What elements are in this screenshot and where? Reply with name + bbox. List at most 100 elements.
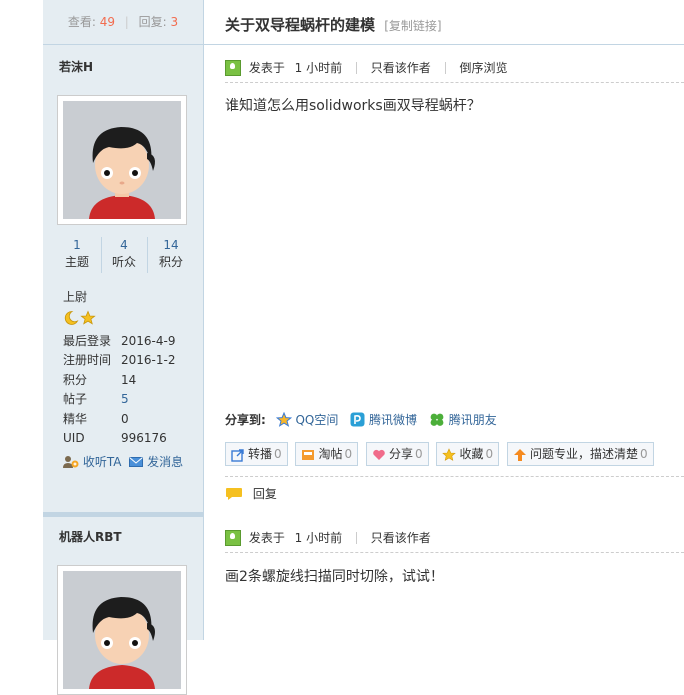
avatar[interactable] bbox=[57, 95, 187, 225]
clover-icon bbox=[430, 413, 444, 426]
author-name[interactable]: 若沫H bbox=[59, 58, 93, 75]
stat-topics-label: 主题 bbox=[64, 255, 89, 269]
taotie-label: 淘帖 bbox=[318, 447, 343, 461]
only-author-link[interactable]: 只看该作者 bbox=[371, 58, 431, 78]
info-value: 2016-1-2 bbox=[121, 353, 176, 368]
chat-bubble-icon bbox=[226, 487, 242, 500]
author-name[interactable]: 机器人RBT bbox=[59, 528, 122, 545]
repost-button[interactable]: 转播 0 bbox=[225, 442, 288, 466]
taotie-button[interactable]: 淘帖 0 bbox=[295, 442, 359, 466]
follow-icon bbox=[63, 455, 79, 468]
favorite-count: 0 bbox=[485, 447, 494, 461]
info-row: UID 996176 bbox=[63, 429, 175, 448]
stat-topics[interactable]: 1 主题 bbox=[55, 237, 99, 271]
info-value-link[interactable]: 5 bbox=[121, 392, 129, 406]
thread-title: 关于双导程蜗杆的建模 [复制链接] bbox=[225, 14, 442, 35]
info-row: 精华 0 bbox=[63, 410, 175, 429]
share-weibo-link[interactable]: 腾讯微博 bbox=[369, 411, 417, 428]
post-body: 画2条螺旋线扫描同时切除，试试！ bbox=[225, 569, 444, 585]
thread-title-text: 关于双导程蜗杆的建模 bbox=[225, 16, 376, 34]
favorite-label: 收藏 bbox=[459, 447, 484, 461]
stats-divider: | bbox=[124, 15, 129, 29]
qzone-icon bbox=[275, 411, 292, 427]
vote-up-button[interactable]: 问题专业，描述清楚 0 bbox=[506, 442, 654, 466]
post-time: 1 小时前 bbox=[294, 60, 343, 75]
stat-points-label: 积分 bbox=[158, 255, 183, 269]
views-count: 49 bbox=[99, 15, 115, 29]
info-row: 积分 14 bbox=[63, 371, 175, 390]
post-content-area: 关于双导程蜗杆的建模 [复制链接] 发表于 1 小时前 只看该作者 倒序浏览 谁… bbox=[204, 0, 684, 640]
vote-up-count: 0 bbox=[639, 447, 648, 461]
online-status-icon bbox=[225, 59, 241, 76]
follow-button[interactable]: 收听TA bbox=[63, 453, 121, 470]
share-qzone-link[interactable]: QQ空间 bbox=[295, 411, 338, 428]
post-header: 发表于 1 小时前 只看该作者 bbox=[225, 527, 431, 547]
avatar-image bbox=[63, 101, 181, 219]
copy-link-button[interactable]: [复制链接] bbox=[384, 19, 441, 33]
info-key: UID bbox=[63, 430, 85, 445]
post-time: 1 小时前 bbox=[294, 530, 343, 545]
share-friends-link[interactable]: 腾讯朋友 bbox=[449, 411, 497, 428]
rank-icons bbox=[63, 310, 97, 329]
share-count: 0 bbox=[414, 447, 423, 461]
share-bar: 分享到: QQ空间 腾讯微博 腾讯朋友 bbox=[225, 411, 505, 428]
reverse-order-link[interactable]: 倒序浏览 bbox=[459, 58, 507, 78]
author-actions: 收听TA 发消息 bbox=[63, 453, 183, 470]
user-rank: 上尉 bbox=[63, 290, 88, 304]
stat-listeners[interactable]: 4 听众 bbox=[102, 237, 146, 271]
info-value: 2016-4-9 bbox=[121, 334, 176, 348]
posted-label: 发表于 bbox=[248, 60, 285, 75]
star-icon bbox=[442, 447, 457, 461]
info-row: 帖子 5 bbox=[63, 390, 175, 409]
repost-count: 0 bbox=[274, 447, 282, 461]
stat-points[interactable]: 14 积分 bbox=[149, 237, 193, 271]
author-stats: 1 主题 4 听众 14 积分 bbox=[55, 237, 193, 273]
info-key: 注册时间 bbox=[63, 353, 112, 368]
stat-topics-value: 1 bbox=[73, 238, 81, 252]
avatar[interactable] bbox=[57, 565, 187, 695]
replies-label: 回复: bbox=[138, 15, 167, 29]
share-button-label: 分享 bbox=[388, 447, 413, 461]
post-action-buttons: 转播 0 淘帖 0 分享 0 收藏 0 问题专业，描述清楚 0 bbox=[225, 442, 658, 466]
stat-listeners-value: 4 bbox=[120, 238, 128, 252]
share-button[interactable]: 分享 0 bbox=[365, 442, 429, 466]
online-status-icon bbox=[225, 529, 241, 546]
thread-stats: 查看: 49 | 回复: 3 bbox=[43, 0, 203, 45]
stat-points-value: 14 bbox=[163, 238, 179, 252]
info-row: 注册时间 2016-1-2 bbox=[63, 351, 175, 370]
header-divider bbox=[355, 61, 357, 74]
arrow-up-icon bbox=[513, 448, 526, 461]
only-author-link[interactable]: 只看该作者 bbox=[371, 528, 431, 548]
message-button[interactable]: 发消息 bbox=[129, 453, 183, 470]
author-info: 最后登录 2016-4-9 注册时间 2016-1-2 积分 14 帖子 5 精华 0 U… bbox=[63, 332, 175, 448]
stat-listeners-label: 听众 bbox=[111, 255, 136, 269]
views-label: 查看: bbox=[67, 15, 96, 29]
reply-label: 回复 bbox=[252, 487, 277, 501]
info-key: 最后登录 bbox=[63, 334, 112, 348]
share-label: 分享到: bbox=[225, 413, 266, 427]
info-row: 最后登录 2016-4-9 bbox=[63, 332, 175, 351]
heart-icon bbox=[373, 449, 385, 460]
posted-label: 发表于 bbox=[248, 530, 285, 545]
vote-up-label: 问题专业，描述清楚 bbox=[529, 447, 638, 461]
taotie-count: 0 bbox=[344, 447, 353, 461]
envelope-icon bbox=[129, 456, 144, 467]
header-divider bbox=[444, 61, 446, 74]
replies-count: 3 bbox=[170, 15, 179, 29]
info-key: 精华 bbox=[63, 411, 88, 426]
tray-icon bbox=[302, 449, 315, 460]
post-header: 发表于 1 小时前 只看该作者 倒序浏览 bbox=[225, 57, 507, 77]
info-key: 帖子 bbox=[63, 392, 88, 407]
post-footer-divider bbox=[225, 476, 684, 477]
header-divider bbox=[355, 531, 357, 544]
favorite-button[interactable]: 收藏 0 bbox=[436, 442, 500, 466]
post-header-divider bbox=[225, 82, 684, 83]
info-value: 996176 bbox=[121, 430, 167, 445]
message-label: 发消息 bbox=[147, 455, 184, 469]
repost-label: 转播 bbox=[248, 447, 273, 461]
tencent-weibo-icon bbox=[350, 412, 365, 427]
author-sidebar: 查看: 49 | 回复: 3 若沫H 1 主题 4 听众 14 积分 上尉 最后… bbox=[43, 0, 204, 695]
reply-button[interactable]: 回复 bbox=[225, 485, 277, 502]
post-header-divider bbox=[225, 552, 684, 553]
repost-icon bbox=[231, 448, 244, 462]
